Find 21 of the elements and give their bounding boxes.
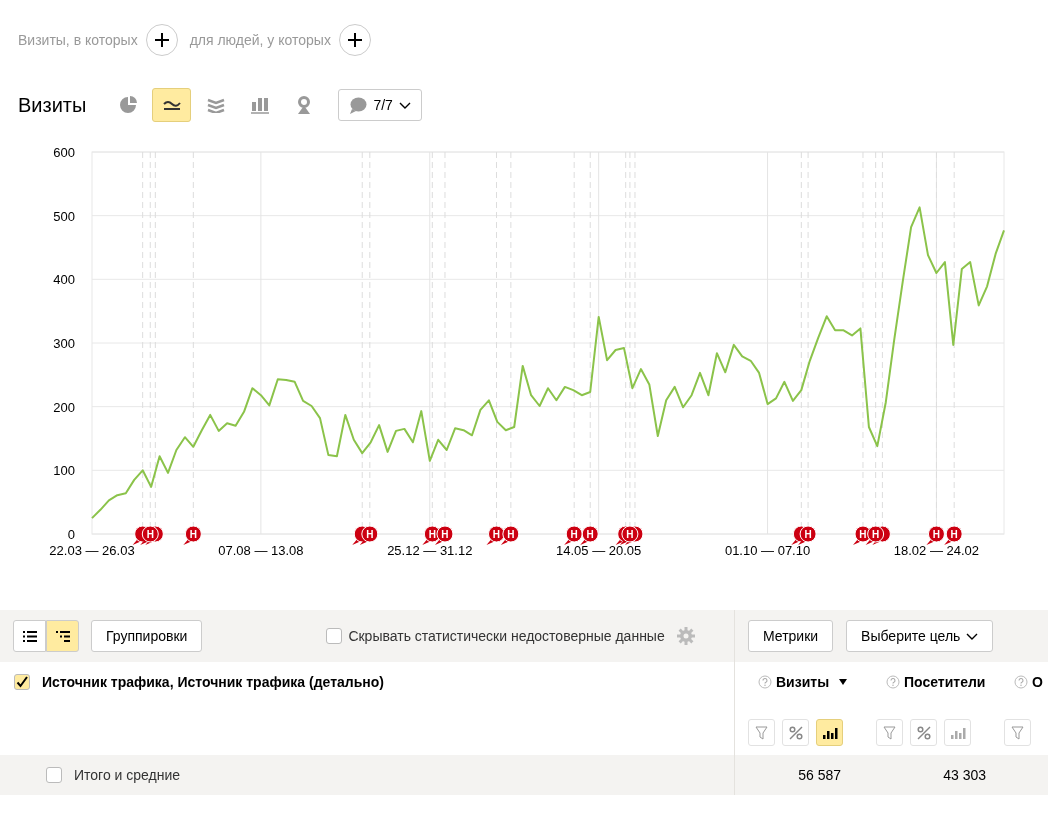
axis-label: 100 [53, 463, 75, 479]
table-cell-text: 56 587 [797, 767, 841, 783]
axis-label: 200 [53, 399, 75, 415]
axis-label: 22.03 — 26.03 [49, 543, 135, 558]
axis-label: 14.05 — 20.05 [556, 543, 642, 558]
axis-label: 18.02 — 24.02 [893, 543, 980, 558]
axis-label: 400 [53, 272, 75, 288]
table-cell-text: 43 303 [942, 767, 986, 783]
axis-label: 07.08 — 13.08 [218, 543, 304, 558]
axis-label: 300 [53, 336, 75, 351]
filter-label: Визиты, в которых [18, 32, 138, 48]
column-header: Источник трафика, Источник трафика (детально) [42, 674, 384, 690]
axis-label: 0 [67, 527, 75, 542]
axis-label: 500 [53, 208, 75, 224]
axis-label: 600 [53, 145, 75, 160]
checkbox-label: Скрывать статистически недостоверные данные [348, 628, 665, 644]
filter-label: для людей, у которых [189, 32, 331, 48]
axis-label: 25.12 — 31.12 [387, 543, 473, 558]
row-label: Итого и средние [74, 767, 181, 783]
axis-label: 01.10 — 07.10 [724, 543, 811, 558]
chart-title: Визиты [18, 93, 87, 117]
